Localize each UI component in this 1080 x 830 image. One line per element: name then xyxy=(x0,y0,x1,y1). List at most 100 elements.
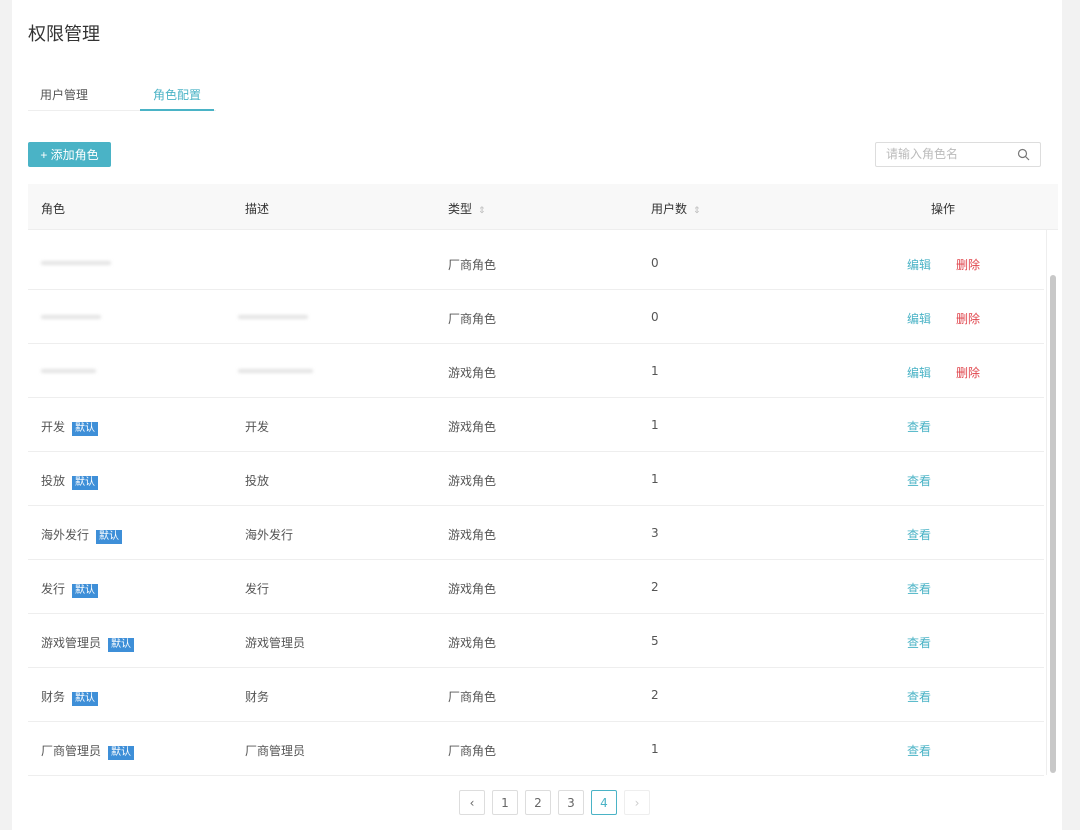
header-type-label: 类型 xyxy=(448,202,473,216)
next-page-button[interactable]: › xyxy=(624,790,650,815)
table-body: 厂商角色 0 编辑 删除 厂商角色 0 编辑 删除 游戏角色 1 编辑 删除 开发 默认 开发 游戏角色 1 查看… xyxy=(28,236,1044,776)
user-count: 2 xyxy=(651,688,659,702)
edit-link[interactable]: 编辑 xyxy=(907,364,931,381)
pagination: ‹ 1 2 3 4 › xyxy=(459,790,650,815)
page-card: 权限管理 用户管理 角色配置 + 添加角色 请输入角色名 角色 描述 类型 ⇕ 用… xyxy=(12,0,1062,830)
role-type: 厂商角色 xyxy=(448,744,497,758)
view-link[interactable]: 查看 xyxy=(907,526,931,543)
header-type[interactable]: 类型 ⇕ xyxy=(448,200,486,217)
role-label: 开发 xyxy=(41,420,66,434)
sort-icon[interactable]: ⇕ xyxy=(478,206,486,216)
role-desc: 发行 xyxy=(245,582,270,596)
user-count: 1 xyxy=(651,742,659,756)
table-row: 发行 默认 发行 游戏角色 2 查看 xyxy=(28,560,1044,614)
page-2[interactable]: 2 xyxy=(525,790,551,815)
default-badge: 默认 xyxy=(72,422,99,436)
default-badge: 默认 xyxy=(72,476,99,490)
role-name: 海外发行 默认 xyxy=(41,526,123,544)
edit-link[interactable]: 编辑 xyxy=(907,310,931,327)
redacted-desc xyxy=(238,369,313,373)
view-link[interactable]: 查看 xyxy=(907,580,931,597)
user-count: 5 xyxy=(651,634,659,648)
default-badge: 默认 xyxy=(96,530,123,544)
sort-icon[interactable]: ⇕ xyxy=(693,206,701,216)
role-name: 开发 默认 xyxy=(41,418,99,436)
add-role-button[interactable]: + 添加角色 xyxy=(28,142,111,167)
tab-user-management[interactable]: 用户管理 xyxy=(40,86,88,103)
role-type: 游戏角色 xyxy=(448,420,497,434)
role-type: 厂商角色 xyxy=(448,258,497,272)
table-row: 财务 默认 财务 厂商角色 2 查看 xyxy=(28,668,1044,722)
role-label: 财务 xyxy=(41,690,66,704)
role-label: 海外发行 xyxy=(41,528,90,542)
header-desc: 描述 xyxy=(245,202,270,216)
table-row: 游戏管理员 默认 游戏管理员 游戏角色 5 查看 xyxy=(28,614,1044,668)
role-desc: 游戏管理员 xyxy=(245,636,306,650)
role-label: 投放 xyxy=(41,474,66,488)
edit-link[interactable]: 编辑 xyxy=(907,256,931,273)
role-desc: 开发 xyxy=(245,420,270,434)
tab-bar: 用户管理 角色配置 xyxy=(28,80,216,111)
delete-link[interactable]: 删除 xyxy=(956,364,980,381)
view-link[interactable]: 查看 xyxy=(907,472,931,489)
page-title: 权限管理 xyxy=(28,24,100,45)
header-role: 角色 xyxy=(41,202,66,216)
header-users[interactable]: 用户数 ⇕ xyxy=(651,200,701,217)
delete-link[interactable]: 删除 xyxy=(956,256,980,273)
table-row: 海外发行 默认 海外发行 游戏角色 3 查看 xyxy=(28,506,1044,560)
user-count: 0 xyxy=(651,310,659,324)
prev-page-button[interactable]: ‹ xyxy=(459,790,485,815)
table-row: 游戏角色 1 编辑 删除 xyxy=(28,344,1044,398)
role-desc: 财务 xyxy=(245,690,270,704)
role-search-input[interactable]: 请输入角色名 xyxy=(875,142,1041,167)
default-badge: 默认 xyxy=(108,746,135,760)
user-count: 0 xyxy=(651,256,659,270)
scrollbar[interactable] xyxy=(1046,230,1058,775)
user-count: 1 xyxy=(651,472,659,486)
role-name: 游戏管理员 默认 xyxy=(41,634,135,652)
default-badge: 默认 xyxy=(72,584,99,598)
page-3[interactable]: 3 xyxy=(558,790,584,815)
user-count: 1 xyxy=(651,418,659,432)
page-1[interactable]: 1 xyxy=(492,790,518,815)
page-4[interactable]: 4 xyxy=(591,790,617,815)
redacted-role xyxy=(41,315,101,319)
scrollbar-thumb[interactable] xyxy=(1050,275,1056,773)
role-desc: 厂商管理员 xyxy=(245,744,306,758)
table-row: 厂商角色 0 编辑 删除 xyxy=(28,290,1044,344)
role-name: 财务 默认 xyxy=(41,688,99,706)
role-type: 游戏角色 xyxy=(448,528,497,542)
role-name: 发行 默认 xyxy=(41,580,99,598)
role-label: 厂商管理员 xyxy=(41,744,102,758)
default-badge: 默认 xyxy=(108,638,135,652)
role-name: 厂商管理员 默认 xyxy=(41,742,135,760)
role-type: 游戏角色 xyxy=(448,582,497,596)
header-users-label: 用户数 xyxy=(651,202,688,216)
role-type: 游戏角色 xyxy=(448,366,497,380)
search-icon[interactable] xyxy=(1017,148,1030,161)
table-row: 开发 默认 开发 游戏角色 1 查看 xyxy=(28,398,1044,452)
default-badge: 默认 xyxy=(72,692,99,706)
view-link[interactable]: 查看 xyxy=(907,634,931,651)
role-label: 游戏管理员 xyxy=(41,636,102,650)
role-type: 厂商角色 xyxy=(448,690,497,704)
role-type: 厂商角色 xyxy=(448,312,497,326)
search-placeholder: 请输入角色名 xyxy=(886,147,959,161)
tab-active-indicator xyxy=(140,109,214,111)
header-actions: 操作 xyxy=(931,202,956,216)
role-desc: 海外发行 xyxy=(245,528,294,542)
user-count: 3 xyxy=(651,526,659,540)
view-link[interactable]: 查看 xyxy=(907,742,931,759)
redacted-desc xyxy=(238,315,308,319)
tab-role-config[interactable]: 角色配置 xyxy=(153,86,201,103)
role-label: 发行 xyxy=(41,582,66,596)
view-link[interactable]: 查看 xyxy=(907,688,931,705)
table-header: 角色 描述 类型 ⇕ 用户数 ⇕ 操作 xyxy=(28,184,1058,230)
delete-link[interactable]: 删除 xyxy=(956,310,980,327)
view-link[interactable]: 查看 xyxy=(907,418,931,435)
table-row: 投放 默认 投放 游戏角色 1 查看 xyxy=(28,452,1044,506)
role-desc: 投放 xyxy=(245,474,270,488)
role-name: 投放 默认 xyxy=(41,472,99,490)
user-count: 1 xyxy=(651,364,659,378)
user-count: 2 xyxy=(651,580,659,594)
